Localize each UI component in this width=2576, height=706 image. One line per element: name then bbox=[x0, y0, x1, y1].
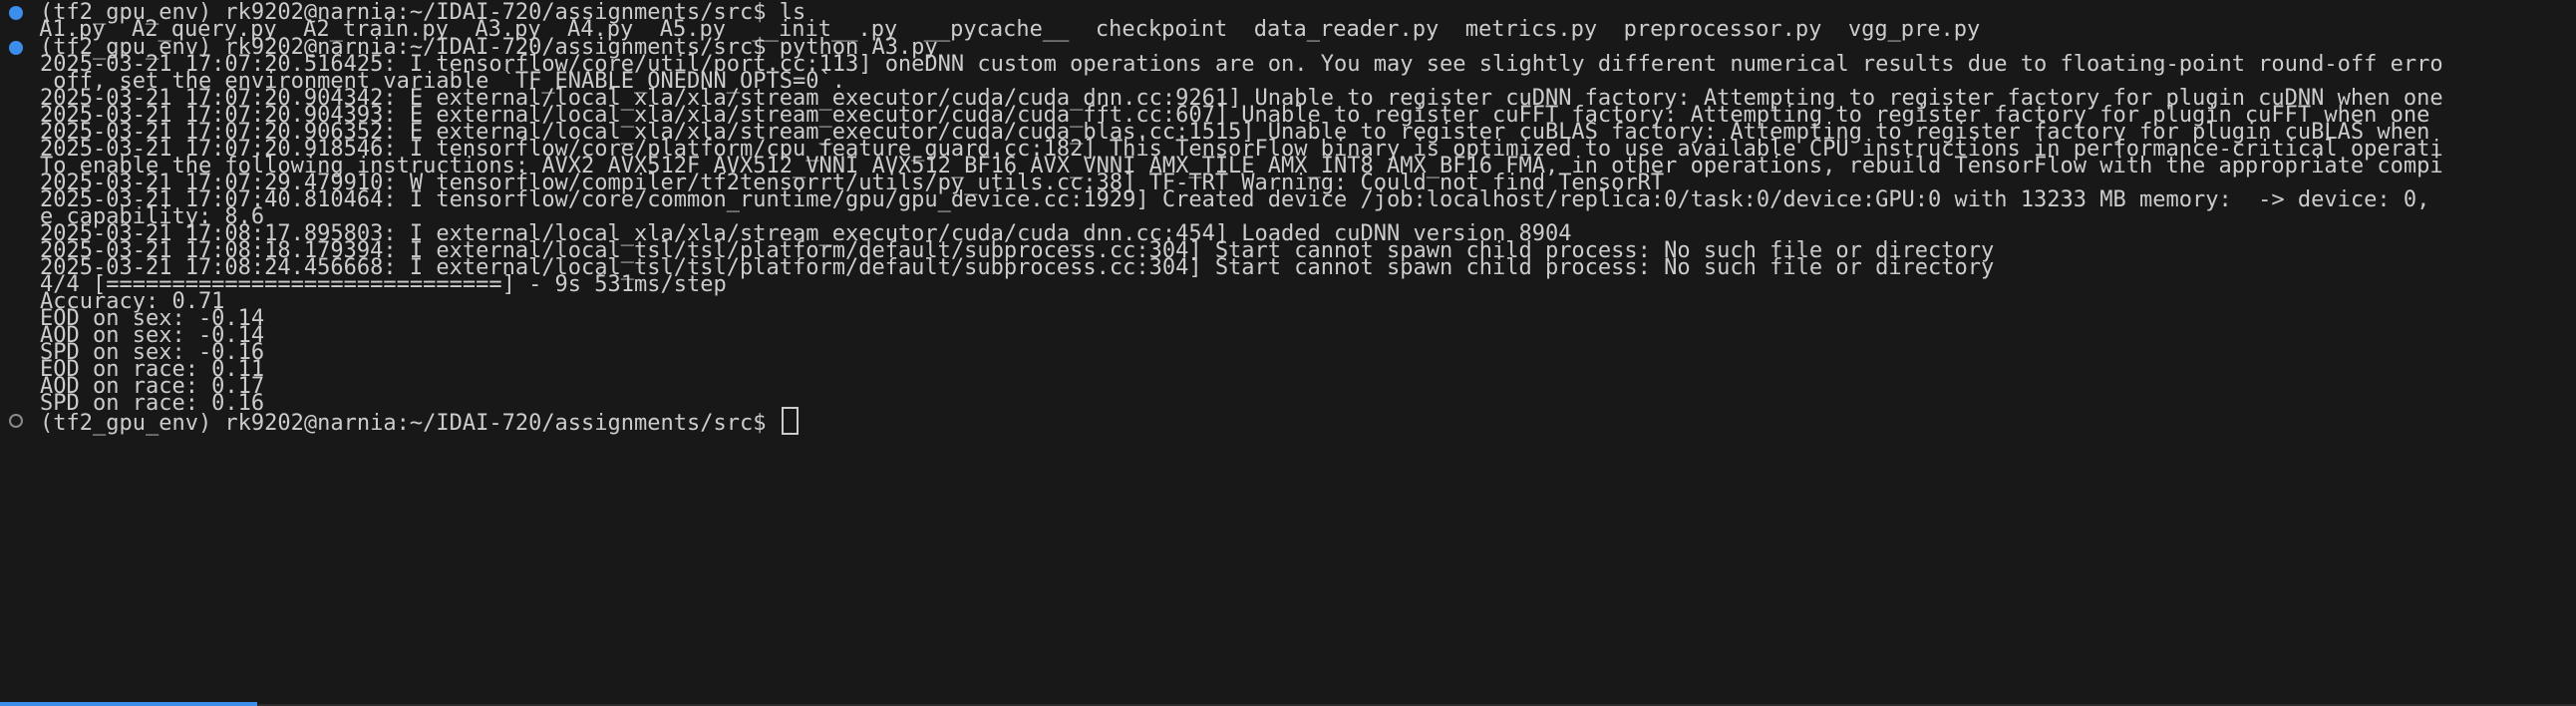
command-success-icon[interactable] bbox=[9, 41, 23, 55]
command-success-icon[interactable] bbox=[9, 6, 23, 20]
current-prompt-line[interactable]: (tf2_gpu_env) rk9202@narnia:~/IDAI-720/a… bbox=[40, 407, 799, 436]
cursor bbox=[781, 407, 799, 435]
log-line: 2025-03-21 17:07:40.810464: I tensorflow… bbox=[40, 187, 2430, 212]
command-idle-icon[interactable] bbox=[9, 414, 23, 428]
active-indicator bbox=[0, 702, 257, 706]
prompt: (tf2_gpu_env) rk9202@narnia:~/IDAI-720/a… bbox=[40, 411, 767, 436]
terminal-panel[interactable]: (tf2_gpu_env) rk9202@narnia:~/IDAI-720/a… bbox=[0, 0, 2576, 706]
